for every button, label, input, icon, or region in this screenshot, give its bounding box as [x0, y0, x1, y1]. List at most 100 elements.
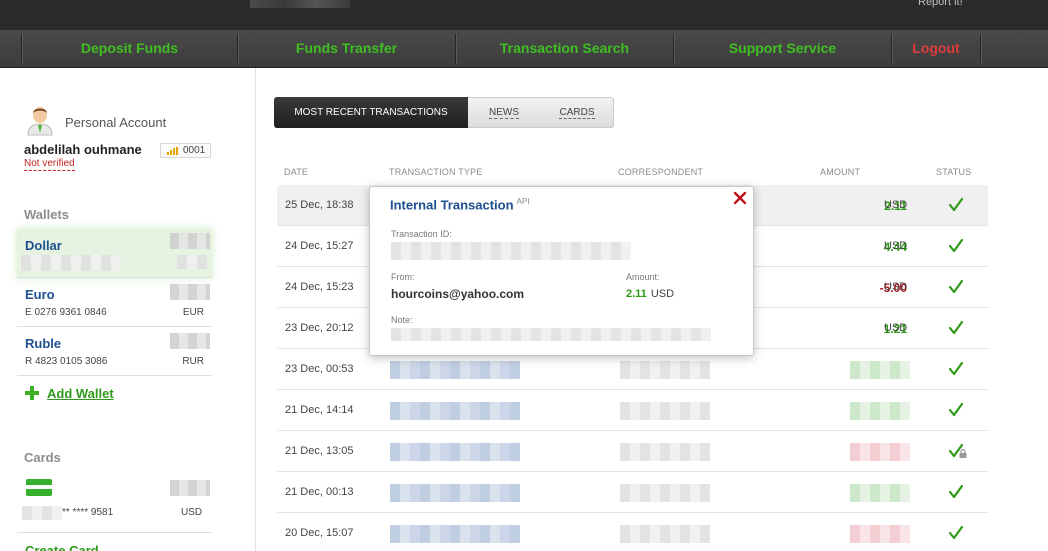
transaction-type-redacted	[390, 402, 520, 420]
correspondent-redacted	[620, 361, 710, 379]
popup-amount-currency: USD	[650, 288, 675, 300]
wallet-number: E 0276 9361 0846	[25, 307, 107, 318]
wallet-number: R 4823 0105 3086	[25, 356, 108, 367]
add-wallet-button[interactable]: Add Wallet	[25, 386, 114, 401]
wallet-dollar[interactable]: Dollar	[17, 229, 212, 278]
note-label: Note:	[391, 315, 413, 325]
wallet-name: Ruble	[25, 336, 62, 351]
wallet-name: Dollar	[25, 238, 62, 253]
wallet-currency-redacted	[177, 255, 207, 269]
cards-title: Cards	[24, 450, 61, 465]
wallet-ruble[interactable]: Ruble R 4823 0105 3086 RUR	[17, 327, 212, 376]
status-check-icon	[948, 525, 964, 540]
account-id-badge[interactable]: 0001	[160, 143, 211, 158]
transaction-date: 20 Dec, 15:07	[285, 527, 354, 539]
card-number-redacted	[22, 506, 62, 520]
wallet-currency: RUR	[182, 356, 204, 367]
tab-cards[interactable]: CARDS	[545, 98, 609, 127]
verification-status[interactable]: Not verified	[24, 158, 75, 171]
transaction-date: 21 Dec, 13:05	[285, 445, 354, 457]
from-label: From:	[391, 272, 415, 282]
popup-amount: 2.11 USD	[626, 288, 674, 300]
create-card-label: Create Card	[25, 543, 99, 551]
status-check-icon	[948, 402, 964, 417]
transaction-date: 25 Dec, 18:38	[285, 199, 354, 211]
transaction-detail-popup: Internal Transaction API Transaction ID: …	[369, 186, 754, 356]
transaction-id-label: Transaction ID:	[391, 229, 452, 239]
table-row[interactable]: 21 Dec, 14:14	[277, 390, 988, 431]
level-bars-icon	[167, 147, 178, 155]
wallet-currency: EUR	[182, 307, 204, 318]
wallet-balance-redacted	[170, 233, 210, 249]
divider	[17, 532, 212, 533]
transaction-type-redacted	[390, 484, 520, 502]
table-row[interactable]: 21 Dec, 13:05	[277, 431, 988, 472]
account-id: 0001	[183, 145, 206, 156]
column-header-date[interactable]: DATE	[284, 167, 308, 177]
status-check-icon	[948, 320, 964, 335]
correspondent-redacted	[620, 484, 710, 502]
column-header-transaction-type[interactable]: TRANSACTION TYPE	[389, 167, 483, 177]
status-check-icon	[948, 279, 964, 294]
status-check-icon	[948, 197, 964, 212]
credit-card-icon[interactable]	[26, 479, 52, 496]
from-value: hourcoins@yahoo.com	[391, 287, 525, 301]
add-wallet-label: Add Wallet	[47, 386, 114, 401]
transaction-type-redacted	[390, 525, 520, 543]
amount-redacted	[850, 484, 910, 502]
popup-amount-value: 2.11	[626, 288, 647, 300]
report-link[interactable]: Report it!	[918, 0, 963, 8]
amount-redacted	[850, 525, 910, 543]
correspondent-redacted	[620, 525, 710, 543]
account-type-label: Personal Account	[65, 115, 167, 130]
transaction-date: 23 Dec, 00:53	[285, 363, 354, 375]
tab-news[interactable]: NEWS	[475, 98, 533, 127]
status-check-icon	[948, 238, 964, 253]
status-check-icon	[948, 484, 964, 499]
transaction-date: 21 Dec, 00:13	[285, 486, 354, 498]
close-icon[interactable]	[733, 191, 747, 205]
note-redacted	[391, 328, 711, 341]
account-holder-name: abdelilah ouhmane	[24, 142, 142, 157]
card-number: ** **** 9581	[62, 507, 114, 518]
wallet-euro[interactable]: Euro E 0276 9361 0846 EUR	[17, 278, 212, 327]
amount-redacted	[850, 443, 910, 461]
create-card-button[interactable]: Create Card	[25, 543, 99, 551]
wallet-number-redacted	[21, 255, 121, 271]
amount-redacted	[850, 402, 910, 420]
transaction-id-redacted	[391, 242, 631, 260]
nav-transaction-search[interactable]: Transaction Search	[456, 30, 673, 68]
tab-label: NEWS	[489, 107, 519, 119]
popup-title: Internal Transaction API	[390, 197, 529, 212]
card-currency: USD	[181, 507, 203, 518]
status-check-icon	[948, 361, 964, 376]
nav-funds-transfer[interactable]: Funds Transfer	[238, 30, 455, 68]
top-bar: Report it!	[0, 0, 1048, 30]
amount-label: Amount:	[626, 272, 660, 282]
main-nav: Deposit Funds Funds Transfer Transaction…	[0, 30, 1048, 68]
transaction-currency: USD	[884, 199, 908, 211]
tab-most-recent-transactions[interactable]: MOST RECENT TRANSACTIONS	[274, 97, 468, 128]
column-header-amount[interactable]: AMOUNT	[820, 167, 860, 177]
nav-support-service[interactable]: Support Service	[674, 30, 891, 68]
nav-separator	[980, 34, 981, 64]
transaction-tabs: MOST RECENT TRANSACTIONS NEWS CARDS	[274, 97, 614, 128]
transaction-currency: USD	[884, 240, 908, 252]
column-header-correspondent[interactable]: CORRESPONDENT	[618, 167, 703, 177]
transaction-date: 24 Dec, 15:23	[285, 281, 354, 293]
transaction-date: 24 Dec, 15:27	[285, 240, 354, 252]
nav-deposit-funds[interactable]: Deposit Funds	[22, 30, 237, 68]
table-row[interactable]: 20 Dec, 15:07	[277, 513, 988, 551]
wallet-name: Euro	[25, 287, 55, 302]
column-header-status[interactable]: STATUS	[936, 167, 971, 177]
transaction-type-redacted	[390, 361, 520, 379]
correspondent-redacted	[620, 443, 710, 461]
transaction-date: 21 Dec, 14:14	[285, 404, 354, 416]
transaction-date: 23 Dec, 20:12	[285, 322, 354, 334]
card-balance-redacted	[170, 480, 210, 496]
nav-logout[interactable]: Logout	[892, 30, 980, 68]
wallet-balance-redacted	[170, 333, 210, 349]
table-row[interactable]: 21 Dec, 00:13	[277, 472, 988, 513]
transaction-currency: USD	[884, 322, 908, 334]
lock-icon	[959, 449, 967, 458]
